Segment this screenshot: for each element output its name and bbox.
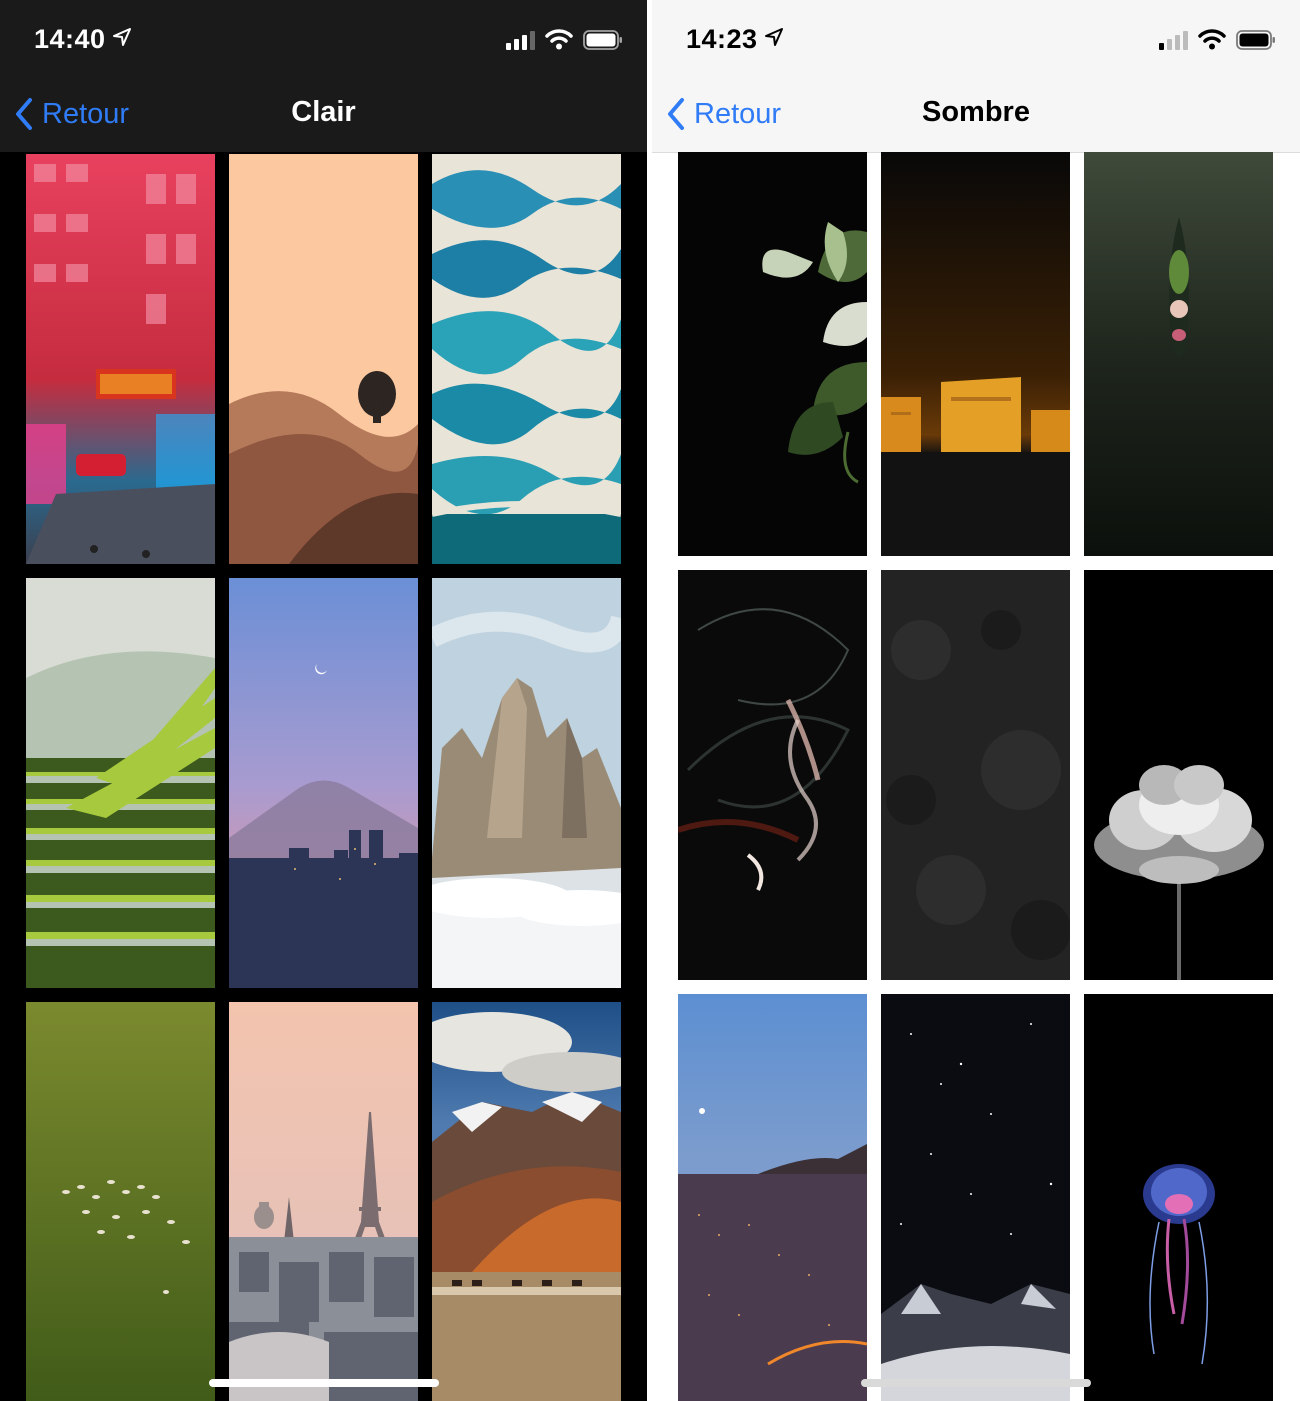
wallpaper-tile-mountains-with-caravan[interactable] (432, 1002, 621, 1401)
navigation-bar: Retour Sombre (652, 80, 1300, 153)
wallpaper-tile-turquoise-lagoons[interactable] (432, 154, 621, 564)
wallpaper-tile-neon-city-street[interactable] (26, 154, 215, 564)
phone-screen-sombre: 14:23 Retour Sombre (652, 0, 1300, 1401)
wallpaper-tile-desert-hot-air-balloon[interactable] (229, 154, 418, 564)
wallpaper-tile-glowing-jellyfish[interactable] (1084, 994, 1273, 1401)
wallpaper-tile-fig-leaves-on-black[interactable] (678, 152, 867, 556)
status-time: 14:23 (686, 24, 784, 55)
wifi-icon (545, 29, 573, 50)
phone-screen-clair: 14:40 Retour Clair (0, 0, 647, 1401)
page-title: Clair (291, 96, 356, 128)
wallpaper-tile-dark-stone-texture[interactable] (881, 570, 1070, 980)
cellular-signal-icon (1159, 30, 1188, 50)
wallpaper-tile-abstract-smoke-swirls[interactable] (678, 570, 867, 980)
battery-icon (583, 30, 622, 50)
battery-icon (1236, 30, 1275, 50)
status-bar: 14:40 (0, 0, 647, 80)
wallpaper-tile-white-peony-flower[interactable] (1084, 570, 1273, 980)
status-bar: 14:23 (652, 0, 1300, 80)
wallpaper-tile-temple-lit-at-night[interactable] (881, 152, 1070, 556)
wallpaper-tile-mount-fuji-city-dusk[interactable] (229, 578, 418, 988)
wallpaper-tile-eiffel-tower-paris[interactable] (229, 1002, 418, 1401)
home-indicator[interactable] (209, 1379, 439, 1387)
wallpaper-tile-starry-night-mountains[interactable] (881, 994, 1070, 1401)
wallpaper-tile-city-at-dusk-with-moon[interactable] (678, 994, 867, 1401)
wallpaper-tile-rocky-peaks-above-clouds[interactable] (432, 578, 621, 988)
navigation-bar: Retour Clair (0, 80, 647, 152)
status-time: 14:40 (34, 24, 132, 55)
wallpaper-tile-grassland-animal-herd[interactable] (26, 1002, 215, 1401)
wallpaper-tile-terraced-rice-fields[interactable] (26, 578, 215, 988)
home-indicator[interactable] (861, 1379, 1091, 1387)
cellular-signal-icon (506, 30, 535, 50)
location-arrow-icon (764, 28, 783, 46)
status-time-text: 14:23 (686, 24, 758, 54)
status-time-text: 14:40 (34, 24, 106, 54)
wallpaper-tile-boat-on-dark-water[interactable] (1084, 152, 1273, 556)
status-icons (1159, 28, 1276, 50)
wifi-icon (1198, 29, 1226, 50)
status-icons (506, 28, 623, 50)
page-title: Sombre (922, 96, 1030, 128)
location-arrow-icon (112, 28, 131, 46)
